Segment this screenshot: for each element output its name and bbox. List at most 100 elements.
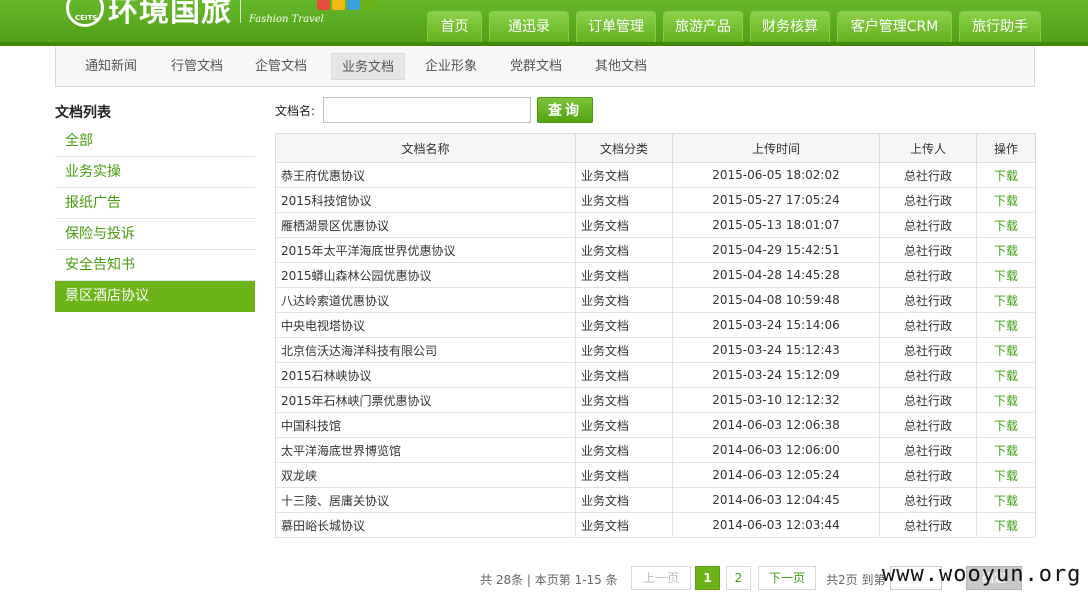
upload-time-cell: 2015-05-13 18:01:07 xyxy=(672,212,880,238)
doc-category-cell: 业务文档 xyxy=(575,412,673,438)
sidebar-item-3[interactable]: 报纸广告 xyxy=(55,188,255,219)
download-link[interactable]: 下载 xyxy=(994,344,1018,358)
uploader-cell: 总社行政 xyxy=(879,312,977,338)
download-link[interactable]: 下载 xyxy=(994,469,1018,483)
upload-time-cell: 2014-06-03 12:03:44 xyxy=(672,512,880,538)
nav-item-6[interactable]: 客户管理CRM xyxy=(837,11,952,42)
logo[interactable]: CEITS 环境国旅 Fashion Travel xyxy=(66,0,324,29)
doc-name-cell: 2015年太平洋海底世界优惠协议 xyxy=(275,237,576,263)
logo-badge-text: CEITS xyxy=(75,14,98,22)
upload-time-cell: 2015-03-10 12:12:32 xyxy=(672,387,880,413)
doc-name-cell: 2015石林峡协议 xyxy=(275,362,576,388)
uploader-cell: 总社行政 xyxy=(879,362,977,388)
action-cell: 下载 xyxy=(976,187,1036,213)
doc-name-cell: 中国科技馆 xyxy=(275,412,576,438)
sidebar-item-6[interactable]: 景区酒店协议 xyxy=(55,281,255,312)
action-cell: 下载 xyxy=(976,237,1036,263)
uploader-cell: 总社行政 xyxy=(879,337,977,363)
sub-nav: 通知新闻 行管文档 企管文档 业务文档 企业形象 党群文档 其他文档 xyxy=(55,47,1035,87)
upload-time-cell: 2015-04-08 10:59:48 xyxy=(672,287,880,313)
page-number-2[interactable]: 2 xyxy=(726,566,751,590)
action-cell: 下载 xyxy=(976,512,1036,538)
download-link[interactable]: 下载 xyxy=(994,219,1018,233)
download-link[interactable]: 下载 xyxy=(994,369,1018,383)
goto-label: 共2页 到第 xyxy=(826,573,886,587)
subnav-tab-7[interactable]: 其他文档 xyxy=(589,53,653,80)
search-button[interactable]: 查询 xyxy=(537,97,593,123)
upload-time-cell: 2015-03-24 15:14:06 xyxy=(672,312,880,338)
doc-category-cell: 业务文档 xyxy=(575,187,673,213)
doc-name-cell: 慕田峪长城协议 xyxy=(275,512,576,538)
doc-name-cell: 双龙峡 xyxy=(275,462,576,488)
table-row: 2015年石林峡门票优惠协议 业务文档 2015-03-10 12:12:32 总社行… xyxy=(275,387,1036,413)
logo-block-2 xyxy=(332,0,345,10)
sidebar-item-1[interactable]: 全部 xyxy=(55,126,255,157)
doc-name-cell: 2015年石林峡门票优惠协议 xyxy=(275,387,576,413)
table-row: 雁栖湖景区优惠协议 业务文档 2015-05-13 18:01:07 总社行政 下载 xyxy=(275,212,1036,238)
upload-time-cell: 2015-04-28 14:45:28 xyxy=(672,262,880,288)
nav-item-3[interactable]: 订单管理 xyxy=(576,11,656,42)
download-link[interactable]: 下载 xyxy=(994,294,1018,308)
download-link[interactable]: 下载 xyxy=(994,244,1018,258)
download-link[interactable]: 下载 xyxy=(994,319,1018,333)
logo-name: 环境国旅 xyxy=(108,0,232,29)
next-page-button[interactable]: 下一页 xyxy=(758,566,816,590)
upload-time-cell: 2015-03-24 15:12:43 xyxy=(672,337,880,363)
doc-name-cell: 太平洋海底世界博览馆 xyxy=(275,437,576,463)
subnav-tab-5[interactable]: 企业形象 xyxy=(419,53,483,80)
doc-name-cell: 2015科技馆协议 xyxy=(275,187,576,213)
table-row: 十三陵、居庸关协议 业务文档 2014-06-03 12:04:45 总社行政 下载 xyxy=(275,487,1036,513)
action-cell: 下载 xyxy=(976,287,1036,313)
nav-item-4[interactable]: 旅游产品 xyxy=(663,11,743,42)
action-cell: 下载 xyxy=(976,437,1036,463)
sidebar-item-4[interactable]: 保险与投诉 xyxy=(55,219,255,250)
doc-category-cell: 业务文档 xyxy=(575,512,673,538)
download-link[interactable]: 下载 xyxy=(994,169,1018,183)
download-link[interactable]: 下载 xyxy=(994,494,1018,508)
subnav-tab-6[interactable]: 党群文档 xyxy=(504,53,568,80)
action-cell: 下载 xyxy=(976,362,1036,388)
sidebar: 文档列表 全部 业务实操 报纸广告 保险与投诉 安全告知书 景区酒店协议 xyxy=(55,100,255,312)
doc-category-cell: 业务文档 xyxy=(575,462,673,488)
prev-page-button[interactable]: 上一页 xyxy=(631,566,691,590)
sidebar-title: 文档列表 xyxy=(55,105,111,121)
nav-item-7[interactable]: 旅行助手 xyxy=(959,11,1041,42)
uploader-cell: 总社行政 xyxy=(879,462,977,488)
doc-category-cell: 业务文档 xyxy=(575,362,673,388)
uploader-cell: 总社行政 xyxy=(879,237,977,263)
action-cell: 下载 xyxy=(976,412,1036,438)
download-link[interactable]: 下载 xyxy=(994,194,1018,208)
sidebar-item-2[interactable]: 业务实操 xyxy=(55,157,255,188)
sidebar-item-5[interactable]: 安全告知书 xyxy=(55,250,255,281)
download-link[interactable]: 下载 xyxy=(994,444,1018,458)
table-row: 中国科技馆 业务文档 2014-06-03 12:06:38 总社行政 下载 xyxy=(275,412,1036,438)
logo-block-3 xyxy=(347,0,360,10)
upload-time-cell: 2014-06-03 12:06:38 xyxy=(672,412,880,438)
table-row: 双龙峡 业务文档 2014-06-03 12:05:24 总社行政 下载 xyxy=(275,462,1036,488)
nav-item-2[interactable]: 通迅录 xyxy=(489,11,569,42)
nav-item-5[interactable]: 财务核算 xyxy=(750,11,830,42)
download-link[interactable]: 下载 xyxy=(994,394,1018,408)
uploader-cell: 总社行政 xyxy=(879,262,977,288)
page-number-1[interactable]: 1 xyxy=(695,566,720,590)
doc-name-input[interactable] xyxy=(323,97,531,123)
action-cell: 下载 xyxy=(976,487,1036,513)
subnav-tab-1[interactable]: 通知新闻 xyxy=(79,53,143,80)
download-link[interactable]: 下载 xyxy=(994,269,1018,283)
action-cell: 下载 xyxy=(976,337,1036,363)
table-header-row: 文档名称 文档分类 上传时间 上传人 操作 xyxy=(275,133,1036,163)
table-row: 2015石林峡协议 业务文档 2015-03-24 15:12:09 总社行政 下载 xyxy=(275,362,1036,388)
download-link[interactable]: 下载 xyxy=(994,419,1018,433)
doc-category-cell: 业务文档 xyxy=(575,437,673,463)
subnav-tab-3[interactable]: 企管文档 xyxy=(249,53,313,80)
nav-item-1[interactable]: 首页 xyxy=(427,11,482,42)
doc-name-cell: 十三陵、居庸关协议 xyxy=(275,487,576,513)
subnav-tab-2[interactable]: 行管文档 xyxy=(165,53,229,80)
download-link[interactable]: 下载 xyxy=(994,519,1018,533)
logo-block-1 xyxy=(317,0,330,10)
column-header-5: 操作 xyxy=(976,133,1036,163)
uploader-cell: 总社行政 xyxy=(879,187,977,213)
doc-name-cell: 2015蟒山森林公园优惠协议 xyxy=(275,262,576,288)
doc-category-cell: 业务文档 xyxy=(575,387,673,413)
subnav-tab-4[interactable]: 业务文档 xyxy=(331,53,405,80)
